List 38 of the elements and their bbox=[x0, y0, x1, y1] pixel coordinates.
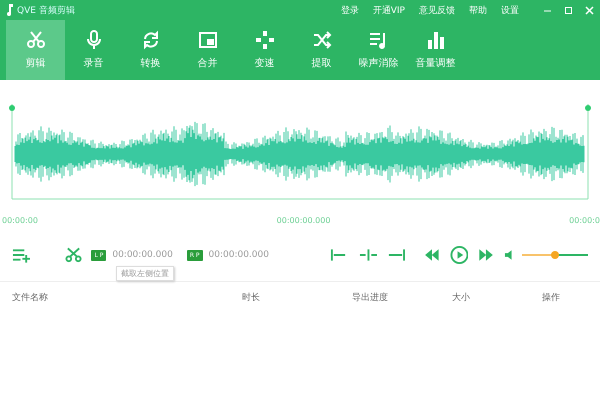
end-time: 00:00:0 bbox=[569, 216, 600, 224]
close-icon[interactable] bbox=[585, 6, 594, 14]
toolbar-tab[interactable]: 噪声消除 bbox=[350, 20, 407, 80]
column-header: 操作 bbox=[542, 292, 561, 304]
add-list-icon[interactable] bbox=[12, 247, 31, 263]
toolbar-tab[interactable]: 合并 bbox=[179, 20, 236, 80]
top-link[interactable]: 设置 bbox=[501, 4, 519, 16]
column-header: 大小 bbox=[452, 292, 471, 304]
dpad-icon bbox=[254, 30, 274, 50]
column-header: 文件名称 bbox=[12, 292, 49, 304]
shuffle-icon bbox=[312, 30, 332, 50]
toolbar-tab[interactable]: 变速 bbox=[236, 20, 293, 80]
scissors-icon bbox=[26, 30, 46, 50]
music-note-icon bbox=[6, 4, 14, 16]
toolbar-tab[interactable]: 剪辑 bbox=[6, 20, 65, 80]
window-title: QVE 音频剪辑 bbox=[17, 4, 75, 16]
play-icon[interactable] bbox=[450, 245, 468, 265]
toolbar-tab[interactable]: 音量调整 bbox=[407, 20, 464, 80]
toolbar-tab[interactable]: 转换 bbox=[122, 20, 179, 80]
left-point-time: 00:00:00.000 bbox=[112, 250, 173, 260]
tooltip: 截取左侧位置 bbox=[116, 266, 174, 281]
column-header: 导出进度 bbox=[352, 292, 389, 304]
split-icon[interactable] bbox=[358, 247, 378, 263]
toolbar-tab[interactable]: 录音 bbox=[65, 20, 122, 80]
scissors-icon[interactable] bbox=[64, 247, 84, 263]
toolbar-tab[interactable]: 提取 bbox=[293, 20, 350, 80]
right-point-time: 00:00:00.000 bbox=[208, 250, 269, 260]
top-link[interactable]: 开通VIP bbox=[372, 4, 405, 16]
maximize-icon[interactable] bbox=[564, 6, 573, 14]
start-time: 00:00:00 bbox=[2, 216, 38, 224]
column-header: 时长 bbox=[242, 292, 261, 304]
current-time: 00:00:00.000 bbox=[276, 216, 330, 224]
window-icon bbox=[198, 30, 218, 50]
top-link[interactable]: 帮助 bbox=[469, 4, 487, 16]
top-link[interactable]: 意见反馈 bbox=[419, 4, 455, 16]
top-link[interactable]: 登录 bbox=[340, 4, 359, 16]
go-to-end-icon[interactable] bbox=[387, 247, 406, 263]
bar-chart-icon bbox=[426, 30, 446, 50]
